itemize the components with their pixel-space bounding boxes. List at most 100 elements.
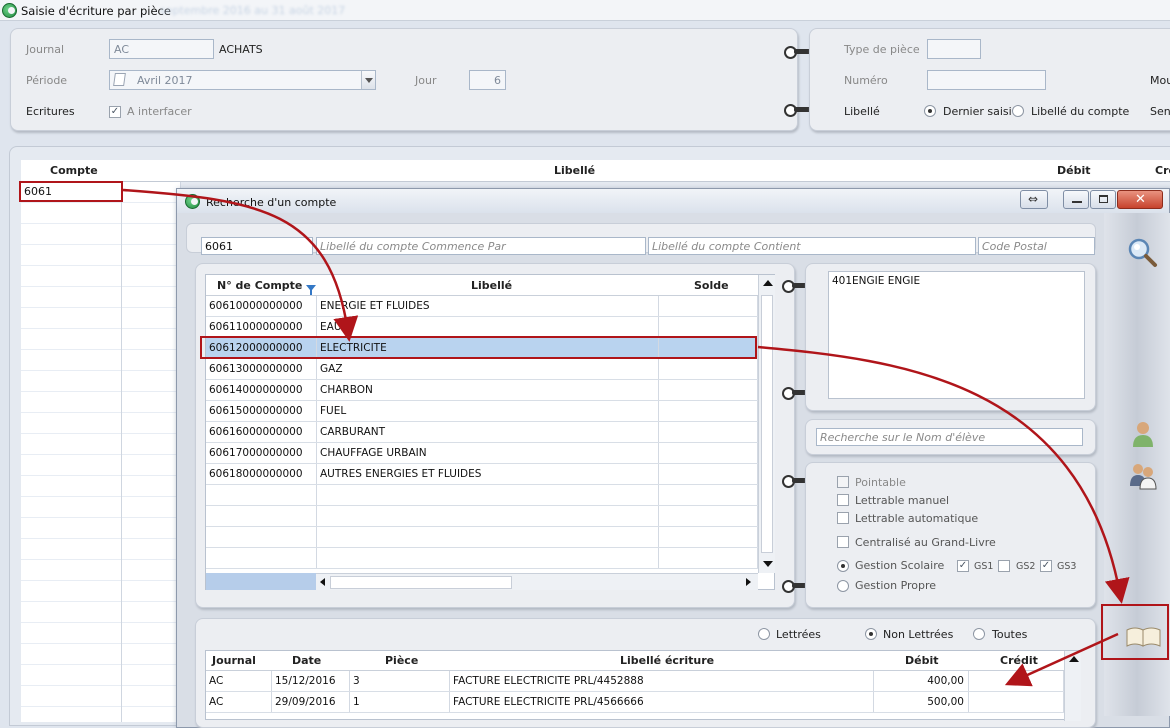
account-search-input[interactable]: 6061 [201, 237, 313, 255]
journal-code-field[interactable]: AC [109, 39, 214, 59]
account-cell-lib [317, 548, 659, 568]
account-cell-num: 60610000000000 [206, 296, 317, 316]
entries-table: Journal Date Pièce Libellé écriture Débi… [205, 650, 1081, 721]
dialog-logo-icon [185, 194, 200, 209]
interfacer-checkbox[interactable]: ✓ [109, 106, 121, 118]
account-row[interactable] [206, 527, 758, 548]
account-row[interactable]: 60618000000000 AUTRES ENERGIES ET FLUIDES [206, 464, 758, 485]
account-cell-num: 60618000000000 [206, 464, 317, 484]
account-row[interactable] [206, 485, 758, 506]
entry-cell-date: 29/09/2016 [272, 692, 350, 712]
libelle-contient-input[interactable]: Libellé du compte Contient [648, 237, 976, 255]
toutes-label: Toutes [992, 628, 1028, 641]
account-cell-solde [659, 317, 758, 337]
pointable-label: Pointable [855, 476, 906, 489]
eleve-search-input[interactable]: Recherche sur le Nom d'élève [816, 428, 1083, 446]
gs2-label: GS2 [1016, 561, 1036, 572]
entry-row[interactable]: AC 29/09/2016 1 FACTURE ELECTRICITE PRL/456… [206, 692, 1064, 713]
libelle-compte-label: Libellé du compte [1031, 105, 1130, 118]
account-row[interactable]: 60611000000000 EAU [206, 317, 758, 338]
numero-field[interactable] [927, 70, 1046, 90]
account-cell-lib [317, 506, 659, 526]
accounts-vscroll-thumb[interactable] [761, 295, 773, 553]
entry-cell-libelle: FACTURE ELECTRICITE PRL/4566666 [450, 692, 874, 712]
account-cell-solde [659, 527, 758, 547]
account-row[interactable]: 60613000000000 GAZ [206, 359, 758, 380]
accounts-vscrollbar[interactable] [758, 275, 775, 573]
filter-icon[interactable] [306, 285, 316, 295]
gs3-checkbox[interactable]: ✓ [1040, 560, 1052, 572]
chevron-down-icon[interactable] [361, 71, 375, 89]
non-lettrees-radio[interactable] [865, 628, 877, 640]
accounts-table: N° de Compte Libellé Solde 6061000000000… [205, 274, 775, 590]
gestion-scolaire-label: Gestion Scolaire [855, 559, 945, 572]
gestion-scolaire-radio[interactable] [837, 560, 849, 572]
close-button[interactable]: ✕ [1117, 190, 1163, 209]
centralise-checkbox[interactable] [837, 536, 849, 548]
gs1-checkbox[interactable]: ✓ [957, 560, 969, 572]
lettrable-auto-label: Lettrable automatique [855, 512, 979, 525]
accounts-footer-cell [206, 573, 316, 590]
dialog-resize-icon[interactable]: ⇔ [1020, 190, 1048, 209]
col-header-libelle[interactable]: Libellé [554, 164, 595, 177]
type-piece-field[interactable] [927, 39, 981, 59]
gs2-checkbox[interactable] [998, 560, 1010, 572]
account-cell-num [206, 506, 317, 526]
libelle-label: Libellé [844, 105, 880, 118]
account-row[interactable]: 60616000000000 CARBURANT [206, 422, 758, 443]
col-header-piece[interactable]: Pièce [385, 654, 418, 667]
account-row[interactable]: 60615000000000 FUEL [206, 401, 758, 422]
accounts-hscroll-thumb[interactable] [330, 576, 512, 589]
col-header-compte[interactable]: Compte [50, 164, 98, 177]
account-cell-num: 60614000000000 [206, 380, 317, 400]
window-titlebar: Saisie d'écriture par pièce septembre 20… [0, 0, 1170, 21]
account-cell-lib [317, 527, 659, 547]
lettrable-auto-checkbox[interactable] [837, 512, 849, 524]
col-header-debit[interactable]: Débit [905, 654, 939, 667]
libelle-compte-radio[interactable] [1012, 105, 1024, 117]
account-cell-solde [659, 548, 758, 568]
account-row[interactable]: 60614000000000 CHARBON [206, 380, 758, 401]
notes-textarea[interactable]: 401ENGIE ENGIE [828, 271, 1085, 399]
centralise-label: Centralisé au Grand-Livre [855, 536, 996, 549]
account-row[interactable] [206, 506, 758, 527]
account-cell-lib: ENERGIE ET FLUIDES [317, 296, 659, 316]
col-header-date[interactable]: Date [292, 654, 321, 667]
account-row[interactable] [206, 548, 758, 569]
main-grid-rows [21, 182, 181, 722]
dernier-saisi-radio[interactable] [924, 105, 936, 117]
col-header-libelle-compte[interactable]: Libellé [471, 279, 512, 292]
account-cell-lib: GAZ [317, 359, 659, 379]
col-header-solde[interactable]: Solde [694, 279, 729, 292]
account-cell-solde [659, 296, 758, 316]
jour-field[interactable]: 6 [469, 70, 506, 90]
account-row[interactable]: 60610000000000 ENERGIE ET FLUIDES [206, 296, 758, 317]
accounts-hscrollbar[interactable] [316, 573, 758, 590]
periode-label: Période [26, 74, 68, 87]
gestion-propre-radio[interactable] [837, 580, 849, 592]
lettrees-radio[interactable] [758, 628, 770, 640]
search-icon[interactable] [1126, 236, 1158, 268]
entries-vscrollbar[interactable] [1064, 651, 1081, 721]
minimize-button[interactable] [1063, 190, 1089, 209]
toutes-radio[interactable] [973, 628, 985, 640]
col-header-libelle-ecriture[interactable]: Libellé écriture [620, 654, 714, 667]
col-header-debit[interactable]: Débit [1057, 164, 1091, 177]
periode-select[interactable]: Avril 2017 [109, 70, 376, 90]
col-header-num-compte[interactable]: N° de Compte [217, 279, 302, 292]
lettrable-manuel-checkbox[interactable] [837, 494, 849, 506]
entries-table-header: Journal Date Pièce Libellé écriture Débi… [206, 651, 1064, 671]
entry-cell-credit [969, 671, 1064, 691]
type-piece-label: Type de pièce [844, 43, 920, 56]
col-header-journal[interactable]: Journal [212, 654, 256, 667]
account-row[interactable]: 60617000000000 CHAUFFAGE URBAIN [206, 443, 758, 464]
libelle-commence-input[interactable]: Libellé du compte Commence Par [316, 237, 646, 255]
maximize-button[interactable] [1090, 190, 1116, 209]
col-header-credit[interactable]: Cré [1155, 164, 1170, 177]
pointable-checkbox[interactable] [837, 476, 849, 488]
col-header-credit[interactable]: Crédit [1000, 654, 1038, 667]
user-icon[interactable] [1131, 420, 1155, 448]
entry-row[interactable]: AC 15/12/2016 3 FACTURE ELECTRICITE PRL/445… [206, 671, 1064, 692]
code-postal-input[interactable]: Code Postal [978, 237, 1095, 255]
users-icon[interactable] [1128, 460, 1158, 490]
